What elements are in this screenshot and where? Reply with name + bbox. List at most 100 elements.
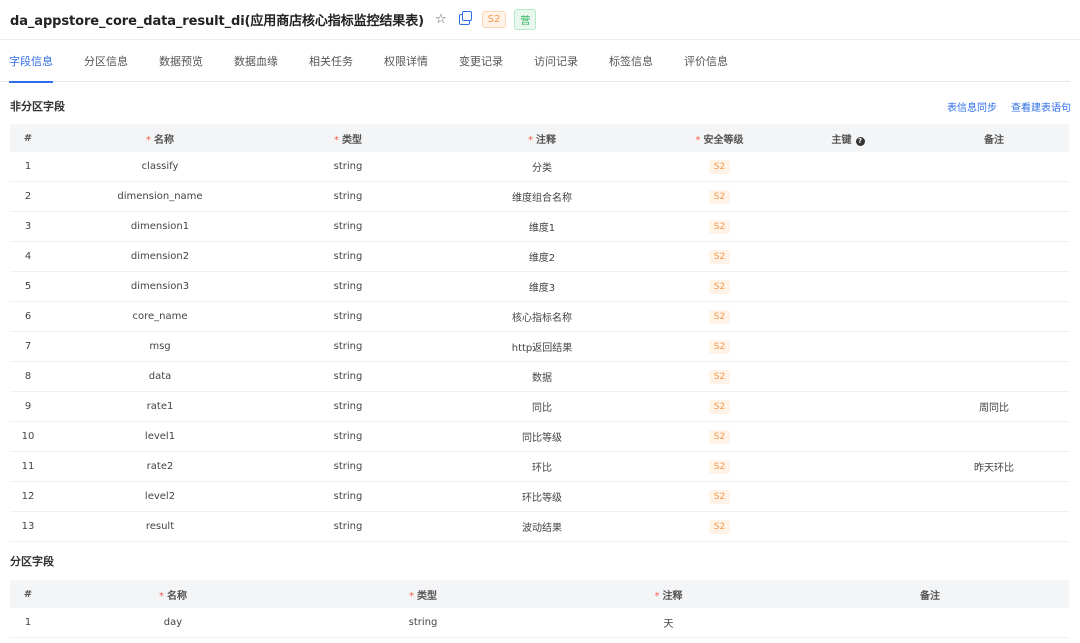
- page-header: da_appstore_core_data_result_di(应用商店核心指标…: [0, 0, 1080, 40]
- field-name: core_name: [132, 311, 188, 322]
- col-comment: * 注释: [654, 590, 683, 602]
- field-comment: 维度3: [528, 283, 556, 294]
- security-badge: S2: [708, 189, 731, 204]
- table-row: 4 dimension2 string 维度2 S2: [10, 242, 1069, 272]
- field-type: string: [333, 311, 363, 322]
- field-comment: http返回结果: [511, 343, 573, 354]
- security-level: S2: [662, 399, 777, 414]
- security-badge: S2: [708, 429, 731, 444]
- tab-field-info[interactable]: 字段信息: [9, 42, 53, 83]
- row-index: 8: [24, 371, 32, 382]
- row-index: 5: [24, 281, 32, 292]
- field-comment: 波动结果: [522, 523, 562, 534]
- tab-data-preview[interactable]: 数据预览: [159, 42, 203, 82]
- col-name: * 名称: [159, 590, 187, 602]
- security-level: S2: [662, 279, 777, 294]
- security-level: S2: [662, 459, 777, 474]
- row-index: 2: [24, 191, 32, 202]
- row-index: 6: [24, 311, 32, 322]
- table-title: da_appstore_core_data_result_di(应用商店核心指标…: [10, 14, 424, 29]
- row-index: 9: [24, 401, 32, 412]
- tab-access-log[interactable]: 访问记录: [534, 42, 578, 82]
- remark: 周同比: [979, 403, 1009, 414]
- security-badge: S2: [708, 159, 731, 174]
- field-type: string: [333, 431, 363, 442]
- status-badge: 营: [514, 9, 537, 30]
- field-comment: 天: [663, 619, 674, 630]
- field-type: string: [333, 371, 363, 382]
- field-comment: 维度1: [528, 223, 556, 234]
- col-index: #: [23, 132, 33, 144]
- partition-title: 分区字段: [10, 555, 54, 568]
- table-row: 8 data string 数据 S2: [10, 362, 1069, 392]
- security-badge: S2: [708, 219, 731, 234]
- table-row: 9 rate1 string 同比 S2 周同比: [10, 392, 1069, 422]
- row-index: 7: [24, 341, 32, 352]
- field-name: data: [148, 371, 172, 382]
- security-badge: S2: [708, 339, 731, 354]
- security-badge: S2: [708, 489, 731, 504]
- star-icon[interactable]: ☆: [435, 13, 447, 26]
- table-row: 11 rate2 string 环比 S2 昨天环比: [10, 452, 1069, 482]
- field-comment: 环比等级: [522, 493, 562, 504]
- row-index: 3: [24, 221, 32, 232]
- tab-partition-info[interactable]: 分区信息: [84, 42, 128, 82]
- security-level: S2: [662, 519, 777, 534]
- security-level: S2: [662, 189, 777, 204]
- copy-icon[interactable]: [458, 11, 472, 25]
- field-type: string: [333, 401, 363, 412]
- tab-change-log[interactable]: 变更记录: [459, 42, 503, 82]
- security-badge: S2: [708, 399, 731, 414]
- security-badge: S2: [708, 249, 731, 264]
- security-badge: S2: [708, 459, 731, 474]
- table-row: 1 classify string 分类 S2: [10, 152, 1069, 182]
- security-level-badge: S2: [481, 11, 507, 28]
- col-type: * 类型: [334, 134, 362, 146]
- security-level: S2: [662, 309, 777, 324]
- table-row: 12 level2 string 环比等级 S2: [10, 482, 1069, 512]
- view-ddl-link[interactable]: 查看建表语句: [1011, 99, 1071, 114]
- non-partition-title: 非分区字段: [10, 100, 65, 113]
- table-row: 10 level1 string 同比等级 S2: [10, 422, 1069, 452]
- col-remark: 备注: [984, 134, 1004, 146]
- field-type: string: [333, 161, 363, 172]
- field-name: rate1: [146, 401, 174, 412]
- field-comment: 维度组合名称: [512, 193, 572, 204]
- col-primary-key: 主键?: [777, 131, 919, 146]
- field-name: level2: [144, 491, 176, 502]
- table-row: 2 dimension_name string 维度组合名称 S2: [10, 182, 1069, 212]
- field-name: level1: [144, 431, 176, 442]
- security-level: S2: [662, 249, 777, 264]
- tab-reviews[interactable]: 评价信息: [684, 42, 728, 82]
- field-name: dimension_name: [117, 191, 203, 202]
- field-comment: 环比: [532, 463, 552, 474]
- sync-info-link[interactable]: 表信息同步: [947, 99, 997, 114]
- field-type: string: [333, 221, 363, 232]
- field-type: string: [333, 281, 363, 292]
- row-index: 1: [24, 161, 32, 172]
- col-index: #: [23, 588, 33, 600]
- field-type: string: [333, 251, 363, 262]
- field-name: msg: [149, 341, 171, 352]
- col-security: * 安全等级: [695, 134, 744, 146]
- tab-tags[interactable]: 标签信息: [609, 42, 653, 82]
- security-level: S2: [662, 219, 777, 234]
- tab-permissions[interactable]: 权限详情: [384, 42, 428, 82]
- security-badge: S2: [708, 279, 731, 294]
- help-icon[interactable]: ?: [855, 136, 865, 146]
- security-level: S2: [662, 489, 777, 504]
- field-name: classify: [141, 161, 179, 172]
- tab-related-tasks[interactable]: 相关任务: [309, 42, 353, 82]
- field-name: rate2: [146, 461, 174, 472]
- table-row: 5 dimension3 string 维度3 S2: [10, 272, 1069, 302]
- field-comment: 同比: [532, 403, 552, 414]
- field-name: dimension3: [130, 281, 190, 292]
- col-comment: * 注释: [528, 134, 556, 146]
- field-type: string: [333, 521, 363, 532]
- row-index: 11: [21, 461, 35, 472]
- security-level: S2: [662, 369, 777, 384]
- field-name: day: [163, 617, 183, 628]
- row-index: 10: [21, 431, 35, 442]
- tab-data-lineage[interactable]: 数据血缘: [234, 42, 278, 82]
- col-type: * 类型: [409, 590, 437, 602]
